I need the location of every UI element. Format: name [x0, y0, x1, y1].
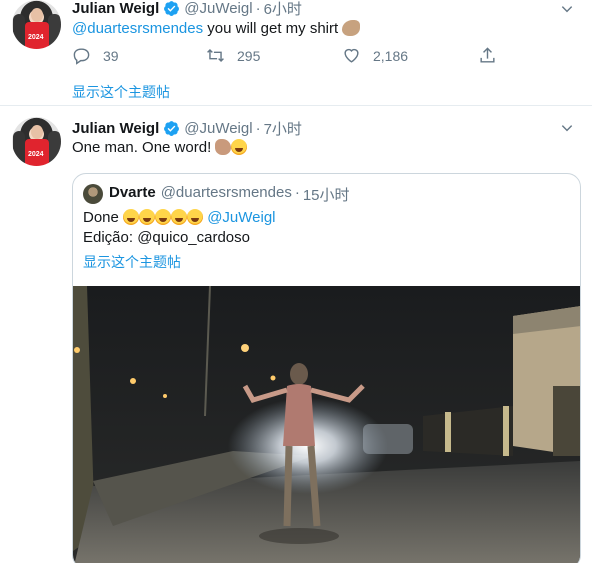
tweet-2[interactable]: 2024 Julian Weigl @JuWeigl · 7小时 One man…	[0, 107, 592, 563]
heart-icon	[344, 48, 359, 63]
chevron-down-icon[interactable]	[560, 2, 574, 16]
mention-link[interactable]: @duartesrsmendes	[72, 20, 203, 37]
author-avatar[interactable]: 2024	[12, 117, 61, 166]
author-handle[interactable]: @JuWeigl	[184, 120, 252, 137]
reply-icon	[73, 48, 90, 65]
retweet-icon	[207, 48, 224, 63]
tweet-1[interactable]: 2024 Julian Weigl @JuWeigl · 6小时 @duarte…	[0, 0, 592, 106]
tweet-timestamp[interactable]: 6小时	[264, 0, 302, 19]
laughing-tears-emoji	[139, 209, 156, 225]
retweet-count: 295	[237, 47, 261, 64]
retweet-button[interactable]: 295	[206, 46, 260, 65]
laughing-tears-emoji	[155, 209, 172, 225]
reply-count: 39	[103, 47, 119, 64]
tweet-timestamp[interactable]: 7小时	[264, 118, 302, 139]
reply-button[interactable]: 39	[72, 46, 119, 65]
laughing-tears-emoji	[171, 209, 188, 225]
author-name[interactable]: Julian Weigl	[72, 0, 159, 17]
tweet-actions: 39 295 2,186	[72, 46, 512, 68]
chevron-down-icon[interactable]	[560, 121, 574, 135]
author-name[interactable]: Julian Weigl	[72, 120, 159, 137]
video-thumbnail[interactable]	[73, 286, 581, 563]
clapping-hands-emoji	[215, 139, 232, 155]
mention-link[interactable]: @quico_cardoso	[137, 229, 250, 246]
show-thread-link[interactable]: 显示这个主题帖	[83, 252, 181, 272]
laughing-tears-emoji	[231, 139, 248, 155]
separator-dot: ·	[255, 120, 261, 137]
quote-author-name[interactable]: Dvarte	[109, 184, 156, 205]
separator-dot: ·	[294, 184, 300, 201]
quote-author-handle[interactable]: @duartesrsmendes	[161, 184, 292, 205]
mention-link[interactable]: @JuWeigl	[207, 209, 275, 226]
verified-badge-icon	[164, 121, 180, 136]
like-button[interactable]: 2,186	[342, 46, 408, 65]
quote-header: Dvarte @duartesrsmendes · 15小时	[109, 184, 350, 205]
verified-badge-icon	[164, 1, 180, 16]
tweet-header: Julian Weigl @JuWeigl · 7小时	[72, 118, 302, 139]
tweet-divider	[0, 105, 592, 106]
show-thread-link[interactable]: 显示这个主题帖	[72, 82, 170, 102]
like-count: 2,186	[373, 47, 409, 64]
author-handle[interactable]: @JuWeigl	[184, 0, 252, 17]
quote-text-line-1: Done @JuWeigl	[83, 209, 276, 226]
tweet-header: Julian Weigl @JuWeigl · 6小时	[72, 0, 302, 19]
quote-text-line-2: Edição: @quico_cardoso	[83, 229, 250, 246]
tweet-text: @duartesrsmendes you will get my shirt	[72, 19, 361, 39]
quote-timestamp[interactable]: 15小时	[303, 184, 350, 205]
laughing-tears-emoji	[123, 209, 140, 225]
laughing-tears-emoji	[187, 209, 204, 225]
tweet-text: One man. One word!	[72, 138, 248, 158]
flexed-biceps-emoji	[342, 20, 361, 36]
quote-author-avatar[interactable]	[83, 184, 103, 204]
separator-dot: ·	[255, 0, 261, 17]
quoted-tweet-card[interactable]: Dvarte @duartesrsmendes · 15小时 Done @JuW…	[72, 173, 581, 563]
author-avatar[interactable]: 2024	[12, 0, 61, 49]
share-icon	[480, 47, 495, 63]
share-button[interactable]	[478, 46, 509, 65]
